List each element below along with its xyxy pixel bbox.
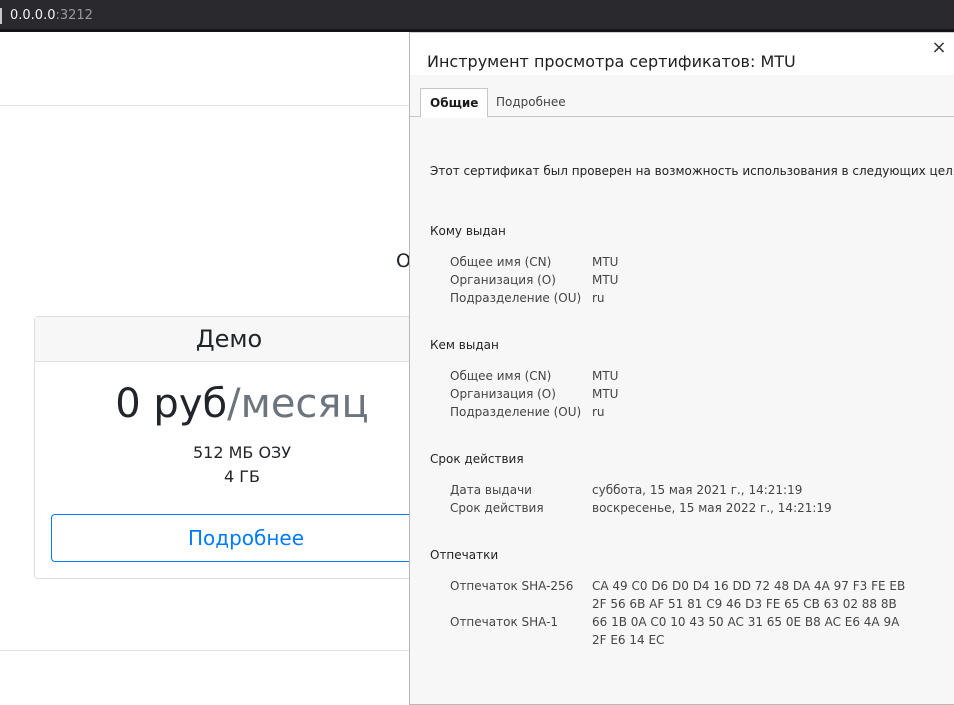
price-period: /месяц (227, 381, 369, 427)
issued-date-value: суббота, 15 мая 2021 г., 14:21:19 (592, 483, 803, 497)
page-divider (0, 650, 420, 651)
issued-to-o-value: MTU (592, 273, 619, 287)
card-price: 0 руб/месяц (35, 379, 449, 429)
dialog-titlebar: Инструмент просмотра сертификатов: MTU × (410, 33, 954, 75)
issued-by-o-value: MTU (592, 387, 619, 401)
dialog-title: Инструмент просмотра сертификатов: MTU (427, 52, 796, 71)
tab-general[interactable]: Общие (420, 88, 489, 118)
issued-to-ou-value: ru (592, 291, 605, 305)
issued-by-cn-value: MTU (592, 369, 619, 383)
close-icon[interactable]: × (930, 37, 948, 59)
pricing-card-demo: Демо 0 руб/месяц 512 МБ ОЗУ 4 ГБ Подробн… (34, 316, 471, 579)
page-header (0, 32, 420, 106)
issued-to-cn-value: MTU (592, 255, 619, 269)
issued-date-label: Дата выдачи (450, 483, 532, 497)
issued-by-o-label: Организация (O) (450, 387, 556, 401)
issued-by-ou-value: ru (592, 405, 605, 419)
issued-to-ou-label: Подразделение (OU) (450, 291, 582, 305)
validity-title: Срок действия (430, 452, 524, 466)
tab-details[interactable]: Подробнее (487, 88, 575, 117)
card-title: Демо (35, 317, 453, 362)
usage-intro: Этот сертификат был проверен на возможно… (430, 164, 954, 178)
url-text[interactable]: 0.0.0.0:3212 (10, 8, 93, 24)
address-bar-edge (0, 8, 2, 24)
details-button[interactable]: Подробнее (51, 514, 471, 562)
sha256-label: Отпечаток SHA-256 (450, 579, 574, 593)
sha1-value-line1: 66 1B 0A C0 10 43 50 AC 31 65 0E B8 AC E… (592, 615, 900, 629)
issued-to-o-label: Организация (O) (450, 273, 556, 287)
sha1-value-line2: 2F E6 14 EC (592, 633, 665, 647)
issued-by-cn-label: Общее имя (CN) (450, 369, 552, 383)
dialog-tabs: Общие Подробнее (410, 88, 954, 118)
card-ram: 512 МБ ОЗУ (192, 443, 292, 462)
certificate-viewer-dialog: Инструмент просмотра сертификатов: MTU ×… (409, 32, 954, 705)
sha256-value-line2: 2F 56 6B AF 51 81 C9 46 D3 FE 65 CB 63 0… (592, 597, 897, 611)
browser-address-bar[interactable]: 0.0.0.0:3212 (0, 0, 954, 32)
card-disk: 4 ГБ (224, 467, 260, 486)
issued-by-title: Кем выдан (430, 338, 499, 352)
url-host: 0.0.0.0 (10, 8, 56, 23)
issued-by-ou-label: Подразделение (OU) (450, 405, 582, 419)
issued-to-cn-label: Общее имя (CN) (450, 255, 552, 269)
expiry-date-value: воскресенье, 15 мая 2022 г., 14:21:19 (592, 501, 832, 515)
issued-to-title: Кому выдан (430, 224, 506, 238)
expiry-date-label: Срок действия (450, 501, 544, 515)
sha256-value-line1: CA 49 C0 D6 D0 D4 16 DD 72 48 DA 4A 97 F… (592, 579, 906, 593)
url-port: :3212 (55, 8, 93, 23)
price-amount: 0 руб (115, 381, 228, 427)
sha1-label: Отпечаток SHA-1 (450, 615, 559, 629)
fingerprints-title: Отпечатки (430, 548, 499, 562)
